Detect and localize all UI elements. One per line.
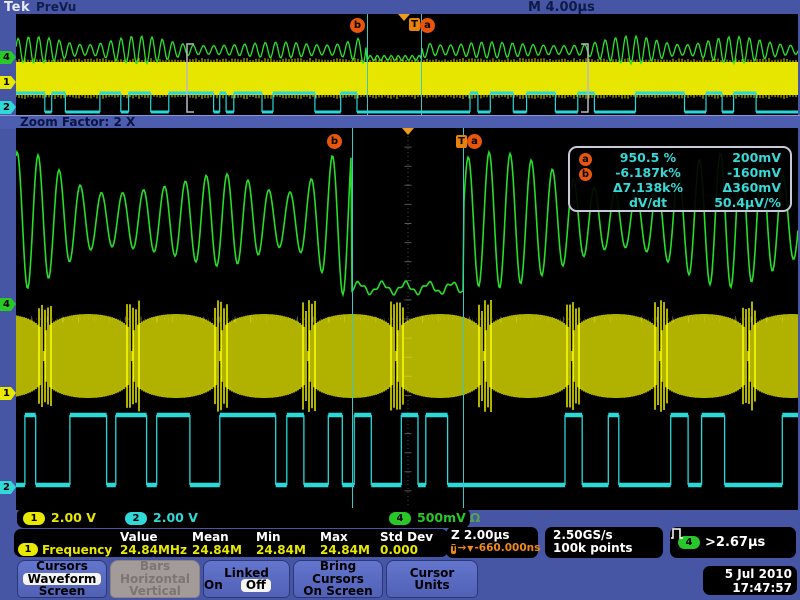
menu-cursors-title: Cursors — [18, 560, 106, 573]
tek-logo: Tek — [4, 0, 30, 15]
zoom-ch1-marker[interactable]: 1 — [0, 387, 16, 400]
delta-voltage: Δ360mV — [695, 180, 781, 195]
ch4-scale[interactable]: 4 500mV Ω — [389, 508, 480, 528]
cursor-a-voltage: 200mV — [695, 150, 781, 165]
col-header-max: Max — [320, 530, 348, 544]
overview-trigger-flag-icon: T — [409, 18, 420, 31]
menu-linked-off[interactable]: Off — [241, 579, 271, 592]
ch1-badge: 1 — [23, 512, 45, 525]
cursor-b-value: -6.187k% — [601, 165, 695, 180]
col-header-value: Value — [120, 530, 158, 544]
date-readout: 5 Jul 2010 — [703, 567, 792, 581]
header-bar: Tek PreVu M 4.00µs — [0, 0, 800, 15]
menu-bars-button: Bars Horizontal Vertical — [110, 560, 200, 598]
readout-row-delta: Δ7.138k% Δ360mV — [570, 180, 790, 195]
cursor-b-marker[interactable]: b — [327, 134, 342, 149]
menu-bars-title: Bars — [111, 560, 199, 573]
ch2-scale-value: 2.00 V — [153, 508, 198, 528]
col-header-mean: Mean — [192, 530, 229, 544]
trigger-delay-value: -660.000ns — [474, 542, 540, 555]
time-readout: 17:47:57 — [703, 581, 792, 595]
overview-waveforms — [16, 14, 798, 115]
menu-linked-button[interactable]: Linked On Off — [203, 560, 290, 598]
cursor-a-value: 950.5 % — [601, 150, 695, 165]
delta-value: Δ7.138k% — [601, 180, 695, 195]
menu-units-l2: Units — [387, 579, 477, 592]
readout-row-a: a 950.5 % 200mV — [570, 150, 790, 165]
menu-bring-l1: Bring — [294, 560, 382, 573]
ch2-scale[interactable]: 2 2.00 V — [125, 508, 198, 528]
overview-cursor-a-marker[interactable]: a — [420, 18, 435, 33]
cursor-a-marker[interactable]: a — [467, 134, 482, 149]
menu-bring-cursors-button[interactable]: Bring Cursors On Screen — [293, 560, 383, 598]
dvdt-label: dV/dt — [601, 195, 695, 210]
meas-ch-badge: 1 — [18, 543, 38, 556]
ch1-scale-value: 2.00 V — [51, 508, 96, 528]
ch4-scale-value: 500mV — [417, 508, 466, 528]
dvdt-value: 50.4µV/% — [695, 195, 781, 210]
readout-row-b: b -6.187k% -160mV — [570, 165, 790, 180]
meas-max: 24.84M — [320, 543, 370, 557]
trigger-box: 4 >2.67µs — [670, 527, 796, 558]
datetime-box: 5 Jul 2010 17:47:57 — [703, 566, 797, 595]
record-length: 100k points — [553, 542, 655, 555]
meas-name: Frequency — [42, 543, 112, 557]
zoom-ch4-marker[interactable]: 4 — [0, 298, 16, 311]
main-timebase-readout: M 4.00µs — [528, 0, 595, 15]
ch4-coupling: Ω — [470, 508, 481, 528]
overview-waveform-panel: b T a — [16, 14, 798, 115]
trigger-delay-readout: T→▼-660.000ns — [451, 542, 533, 555]
trigger-condition: >2.67µs — [705, 535, 765, 550]
pulse-width-icon — [670, 527, 685, 540]
overview-cursor-b-marker[interactable]: b — [350, 18, 365, 33]
cursor-a-line[interactable] — [463, 128, 464, 510]
overview-cursor-b-line[interactable] — [367, 14, 368, 115]
down-triangle-icon: ▼ — [467, 542, 473, 555]
zoom-waveform-panel: b T a a 950.5 % 200mV b -6.187k% -160mV … — [16, 128, 798, 510]
menu-bars-vertical: Vertical — [111, 585, 199, 598]
channel-scale-bar: 1 2.00 V 2 2.00 V 4 500mV Ω — [17, 508, 470, 528]
trigger-t-icon: T — [451, 544, 456, 554]
arrow-icon: → — [457, 542, 466, 555]
zoom-timebase-box: Z 2.00µs T→▼-660.000ns — [446, 527, 538, 558]
acquisition-status: PreVu — [36, 0, 76, 15]
menu-bring-l3: On Screen — [294, 585, 382, 598]
ch4-badge: 4 — [389, 512, 411, 525]
cursor-b-line[interactable] — [352, 128, 353, 510]
ch1-scale[interactable]: 1 2.00 V — [23, 508, 96, 528]
trigger-flag-icon: T — [456, 135, 467, 148]
menu-cursor-units-button[interactable]: Cursor Units — [386, 560, 478, 598]
cursor-b-badge: b — [579, 168, 592, 181]
zoom-factor-bar: Zoom Factor: 2 X — [0, 115, 800, 129]
meas-value: 24.84MHz — [120, 543, 187, 557]
ch2-badge: 2 — [125, 512, 147, 525]
meas-min: 24.84M — [256, 543, 306, 557]
meas-mean: 24.84M — [192, 543, 242, 557]
zoom-ch2-marker[interactable]: 2 — [0, 481, 16, 494]
menu-cursors-other[interactable]: Screen — [18, 585, 106, 598]
overview-ch1-marker[interactable]: 1 — [0, 76, 16, 89]
cursor-readout-box: a 950.5 % 200mV b -6.187k% -160mV Δ7.138… — [568, 146, 792, 212]
cursor-b-voltage: -160mV — [695, 165, 781, 180]
expansion-point-icon — [402, 128, 414, 135]
oscilloscope-screen: Tek PreVu M 4.00µs b T a Zoom Factor: 2 … — [0, 0, 800, 600]
menu-linked-on[interactable]: On — [204, 579, 223, 592]
zoom-scale-readout: Z 2.00µs — [451, 529, 533, 542]
measurement-panel: Value Mean Min Max Std Dev 1 Frequency 2… — [14, 529, 448, 557]
meas-stddev: 0.000 — [380, 543, 418, 557]
col-header-min: Min — [256, 530, 281, 544]
overview-ch2-marker[interactable]: 2 — [0, 101, 16, 114]
readout-row-dvdt: dV/dt 50.4µV/% — [570, 195, 790, 210]
acquisition-box: 2.50GS/s 100k points — [545, 527, 663, 558]
menu-cursors-button[interactable]: Cursors Waveform Screen — [17, 560, 107, 598]
col-header-stddev: Std Dev — [380, 530, 433, 544]
overview-ch4-marker[interactable]: 4 — [0, 51, 16, 64]
